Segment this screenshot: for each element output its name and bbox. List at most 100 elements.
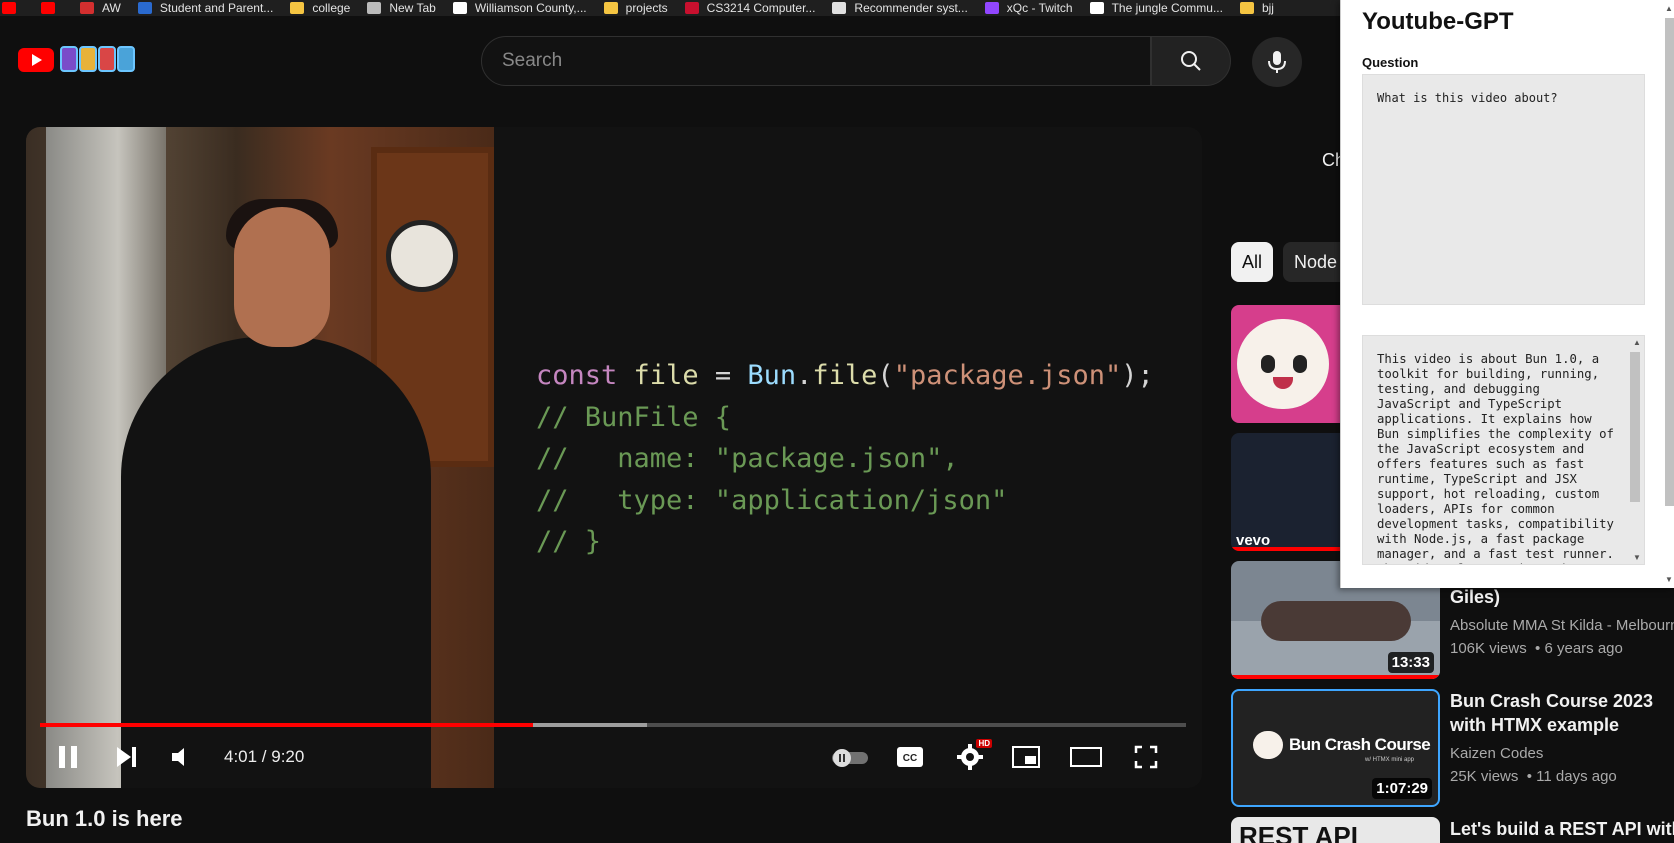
fullscreen-button[interactable] — [1126, 739, 1166, 775]
voice-search-button[interactable] — [1252, 37, 1302, 87]
search-button[interactable] — [1151, 36, 1231, 86]
folder-icon — [290, 2, 305, 14]
question-label: Question — [1362, 55, 1419, 70]
theater-icon — [1070, 747, 1102, 767]
code-line-3: // name: "package.json", — [536, 443, 959, 474]
progress-bar[interactable] — [40, 723, 1186, 727]
bookmark-label: bjj — [1261, 1, 1274, 15]
youtube-gpt-popup: Youtube-GPT Question What is this video … — [1340, 0, 1674, 588]
autoplay-toggle-icon — [832, 749, 868, 767]
views: 106K views — [1450, 640, 1527, 657]
volume-icon — [172, 748, 184, 766]
popup-scroll-down-icon[interactable]: ▼ — [1665, 575, 1673, 584]
bookmark-label: New Tab — [389, 1, 436, 15]
next-button[interactable] — [106, 739, 146, 775]
chip-all[interactable]: All — [1231, 242, 1274, 282]
grappler-image — [1261, 601, 1411, 641]
watched-bar — [1231, 675, 1440, 679]
video-player[interactable]: const file = Bun.file("package.json"); //… — [26, 127, 1202, 788]
presenter — [121, 337, 431, 788]
hd-badge: HD — [976, 739, 992, 748]
youtube-logo[interactable] — [18, 48, 54, 72]
bookmark-0[interactable] — [2, 0, 24, 16]
school-icon — [137, 2, 152, 14]
microphone-icon — [1268, 51, 1286, 73]
miniplayer-icon — [1012, 746, 1040, 768]
x-icon — [1089, 2, 1104, 14]
video-title-4[interactable]: Bun Crash Course 2023 with HTMX example — [1450, 689, 1674, 737]
bookmark-11[interactable]: The jungle Commu... — [1089, 0, 1223, 16]
channel-name-4[interactable]: Kaizen Codes — [1450, 745, 1543, 762]
presenter-head — [234, 207, 330, 347]
bookmark-9[interactable]: Recommender syst... — [832, 0, 968, 16]
video-stats-4: 25K views • 11 days ago — [1450, 768, 1617, 785]
bun-mascot-image — [1237, 319, 1329, 409]
bookmark-2[interactable]: AW — [80, 0, 121, 16]
answer-scroll-down-icon[interactable]: ▼ — [1633, 553, 1641, 562]
video-title-5[interactable]: Let's build a REST API with B — [1450, 817, 1674, 841]
folder-icon — [1239, 2, 1254, 14]
answer-scroll-up-icon[interactable]: ▲ — [1633, 338, 1641, 347]
video-frame-presenter — [26, 127, 494, 788]
cc-icon: CC — [897, 747, 923, 767]
pause-icon — [59, 746, 77, 768]
svg-text:CC: CC — [903, 753, 917, 764]
answer-output[interactable]: This video is about Bun 1.0, a toolkit f… — [1362, 335, 1645, 565]
search-icon — [1181, 51, 1201, 71]
twitch-icon — [984, 2, 999, 14]
globe-icon — [367, 2, 382, 14]
youtube-doodle[interactable] — [60, 46, 136, 72]
bookmark-label: xQc - Twitch — [1006, 1, 1073, 15]
code-overlay: const file = Bun.file("package.json"); //… — [536, 355, 1154, 563]
filter-chips: All Node — [1231, 242, 1358, 282]
bookmark-label: AW — [102, 1, 121, 15]
captions-button[interactable]: CC — [890, 739, 930, 775]
theater-mode-button[interactable] — [1066, 739, 1106, 775]
popup-scroll-up-icon[interactable]: ▲ — [1665, 4, 1673, 13]
vt-icon — [684, 2, 699, 14]
answer-scrollbar[interactable] — [1630, 352, 1640, 502]
bookmark-1[interactable] — [41, 0, 63, 16]
bookmark-6[interactable]: Williamson County,... — [452, 0, 587, 16]
views: 25K views — [1450, 768, 1519, 785]
bookmark-label: college — [312, 1, 351, 15]
mute-button[interactable] — [162, 739, 202, 775]
bookmark-label: projects — [625, 1, 668, 15]
duration-badge: 1:07:29 — [1372, 778, 1432, 799]
folder-icon — [603, 2, 618, 14]
miniplayer-button[interactable] — [1006, 739, 1046, 775]
sn-icon — [832, 2, 847, 14]
youtube-icon — [41, 2, 55, 14]
autoplay-toggle[interactable] — [828, 739, 872, 775]
code-line-4: // type: "application/json" — [536, 484, 1008, 516]
popup-title: Youtube-GPT — [1362, 8, 1514, 35]
bun-mascot-small — [1253, 731, 1283, 759]
popup-scrollbar[interactable] — [1665, 18, 1674, 506]
code-line-2: // BunFile { — [536, 401, 732, 433]
bookmark-7[interactable]: projects — [603, 0, 668, 16]
video-thumbnail-4[interactable]: Bun Crash Course w/ HTMX mini app 1:07:2… — [1231, 689, 1440, 807]
youtube-icon — [2, 2, 16, 14]
settings-button[interactable]: HD — [948, 739, 992, 775]
channel-name-3[interactable]: Absolute MMA St Kilda - Melbourne — [1450, 617, 1674, 634]
next-icon — [117, 747, 136, 767]
bookmark-5[interactable]: New Tab — [367, 0, 436, 16]
bookmark-3[interactable]: Student and Parent... — [137, 0, 273, 16]
pause-button[interactable] — [48, 739, 88, 775]
bookmark-4[interactable]: college — [290, 0, 350, 16]
code-line-5: // } — [536, 526, 602, 557]
duration-badge: 13:33 — [1387, 652, 1434, 673]
time-display: 4:01 / 9:20 — [224, 747, 305, 766]
bookmark-10[interactable]: xQc - Twitch — [984, 0, 1073, 16]
question-input[interactable]: What is this video about? — [1362, 74, 1645, 305]
search-input[interactable]: Search — [481, 36, 1151, 86]
chip-node[interactable]: Node — [1283, 242, 1349, 282]
video-title-3[interactable]: Giles) — [1450, 585, 1674, 609]
played-bar — [40, 723, 533, 727]
bookmark-12[interactable]: bjj — [1239, 0, 1274, 16]
thumb-text: Bun Crash Course — [1289, 735, 1431, 754]
video-thumbnail-5[interactable]: REST API — [1231, 817, 1440, 843]
video-stats-3: 106K views • 6 years ago — [1450, 640, 1623, 657]
aw-icon — [80, 2, 94, 14]
bookmark-8[interactable]: CS3214 Computer... — [684, 0, 815, 16]
